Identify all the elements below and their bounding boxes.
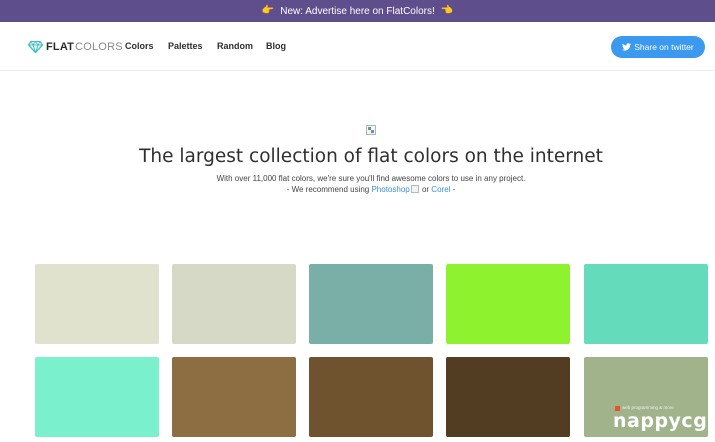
nav-blog[interactable]: Blog (266, 41, 286, 51)
corel-link[interactable]: Corel (431, 185, 450, 194)
color-swatch[interactable] (35, 264, 159, 344)
logo-text-light: COLORS (75, 41, 123, 53)
recommend-prefix: - We recommend using (286, 185, 372, 194)
color-swatch[interactable] (446, 357, 570, 437)
announcement-bar[interactable]: 👉 New: Advertise here on FlatColors! 👈 (0, 0, 715, 22)
nav-random[interactable]: Random (217, 41, 253, 51)
color-swatch[interactable] (309, 264, 433, 344)
broken-image-icon (410, 185, 419, 193)
announcement-text[interactable]: New: Advertise here on FlatColors! (280, 6, 435, 17)
color-swatch[interactable] (172, 357, 296, 437)
watermark: web programming & more nappycgi (613, 405, 715, 437)
recommend-or: or (419, 185, 432, 194)
color-swatch[interactable] (172, 264, 296, 344)
color-swatch[interactable] (584, 264, 708, 344)
pointing-right-icon: 👉 (261, 5, 275, 16)
page-subtitle: With over 11,000 flat colors, we're sure… (216, 174, 526, 183)
logo-text-bold: FLAT (46, 41, 75, 53)
color-swatch[interactable] (446, 264, 570, 344)
pointing-left-icon: 👈 (440, 5, 454, 16)
site-logo[interactable]: FLAT COLORS (28, 39, 123, 55)
diamond-icon (28, 41, 43, 53)
broken-image-icon (366, 125, 376, 135)
nav-palettes[interactable]: Palettes (168, 41, 203, 51)
share-on-twitter-button[interactable]: Share on twitter (611, 36, 705, 58)
recommend-suffix: - (450, 185, 456, 194)
page-title: The largest collection of flat colors on… (139, 146, 603, 167)
twitter-bird-icon (622, 43, 632, 51)
share-on-twitter-label: Share on twitter (634, 42, 694, 52)
recommendation-line: - We recommend using Photoshop or Corel … (0, 185, 715, 194)
nav-colors[interactable]: Colors (125, 41, 154, 51)
navbar: FLAT COLORS Colors Palettes Random Blog … (0, 22, 715, 71)
color-swatch[interactable] (309, 357, 433, 437)
photoshop-link[interactable]: Photoshop (371, 185, 409, 194)
watermark-text: nappycgi (613, 410, 715, 432)
color-swatch[interactable] (35, 357, 159, 437)
